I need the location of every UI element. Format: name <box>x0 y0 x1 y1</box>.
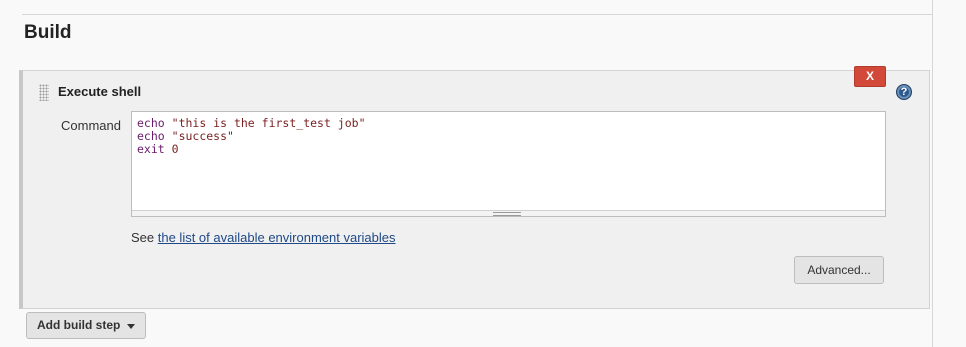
env-vars-hint: See the list of available environment va… <box>131 230 396 245</box>
advanced-button[interactable]: Advanced... <box>794 256 884 284</box>
section-divider <box>22 14 932 15</box>
command-argument: 0 <box>171 142 179 156</box>
command-keyword: exit <box>137 142 165 156</box>
add-build-step-button[interactable]: Add build step <box>26 312 146 339</box>
page-right-border <box>932 0 933 347</box>
help-icon[interactable]: ? <box>896 84 912 100</box>
env-vars-link[interactable]: the list of available environment variab… <box>158 230 396 245</box>
build-step-title: Execute shell <box>58 84 142 99</box>
command-keyword: echo <box>137 129 165 143</box>
add-build-step-label: Add build step <box>37 318 121 332</box>
env-vars-prefix: See <box>131 230 158 245</box>
command-label: Command <box>61 118 121 133</box>
delete-step-button[interactable]: X <box>854 66 886 87</box>
command-textarea[interactable]: echo "this is the first_test job" echo "… <box>131 111 886 217</box>
command-argument: "this is the first_test job" <box>171 116 366 130</box>
command-keyword: echo <box>137 116 165 130</box>
resize-grip-icon[interactable] <box>493 212 521 216</box>
section-title: Build <box>24 22 72 43</box>
drag-handle-icon[interactable] <box>39 84 49 101</box>
command-argument: "success" <box>171 129 234 143</box>
textarea-resize-bar[interactable] <box>132 210 885 216</box>
command-text: echo "this is the first_test job" echo "… <box>137 117 366 156</box>
caret-down-icon <box>127 324 135 329</box>
